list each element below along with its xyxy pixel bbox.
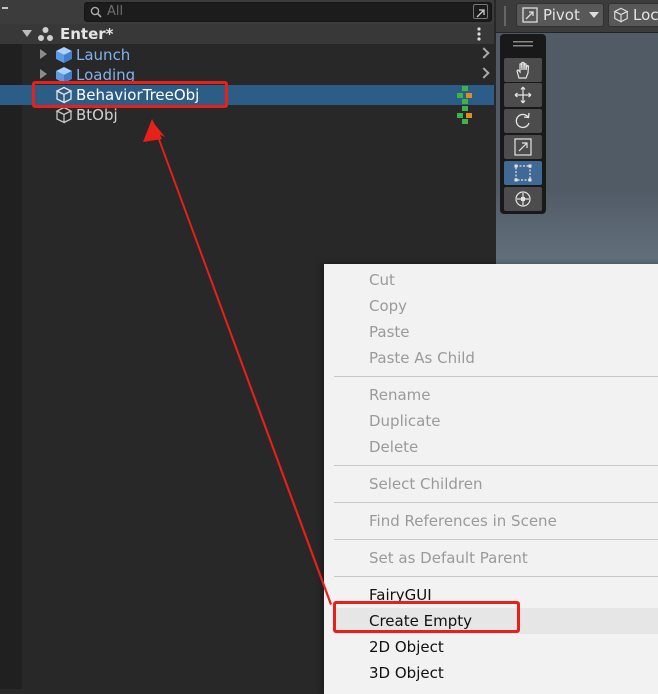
hierarchy-item-btobj[interactable]: BtObj — [0, 105, 494, 125]
move-tool-button[interactable] — [504, 83, 542, 107]
chevron-right-icon[interactable] — [478, 67, 490, 79]
gameobject-cube-icon — [55, 106, 73, 124]
hierarchy-item-label: Launch — [76, 46, 131, 64]
pivot-icon — [522, 7, 538, 23]
pivot-dropdown[interactable]: Pivot — [516, 3, 604, 27]
scale-icon — [514, 138, 532, 156]
menu-item-paste-as-child[interactable]: Paste As Child — [369, 349, 475, 367]
hierarchy-toolbar: All — [0, 0, 494, 25]
scale-tool-button[interactable] — [504, 135, 542, 159]
transform-icon — [515, 191, 531, 207]
menu-separator — [334, 539, 658, 540]
dash-icon — [2, 7, 8, 9]
menu-separator — [334, 502, 658, 503]
scene-toolbar: Pivot Loc — [496, 0, 658, 33]
expand-arrow-icon[interactable] — [40, 49, 47, 59]
hierarchy-item-launch[interactable]: Launch — [0, 45, 494, 65]
chevron-down-icon — [589, 12, 599, 18]
menu-item-delete[interactable]: Delete — [369, 438, 418, 456]
menu-item-select-children[interactable]: Select Children — [369, 475, 482, 493]
hierarchy-item-label: BtObj — [76, 106, 118, 124]
behavior-tree-component-icon — [457, 106, 472, 124]
rect-transform-icon — [514, 164, 532, 182]
rotate-tool-button[interactable] — [504, 109, 542, 133]
chevron-right-icon[interactable] — [478, 47, 490, 59]
search-options-icon[interactable] — [473, 4, 488, 19]
search-input[interactable]: All — [107, 4, 123, 19]
local-cube-icon — [613, 7, 629, 23]
local-dropdown[interactable]: Loc — [608, 3, 658, 27]
menu-item-cut[interactable]: Cut — [369, 271, 395, 289]
pivot-label: Pivot — [543, 6, 580, 24]
toolbar-grip-icon — [504, 6, 506, 26]
menu-item-rename[interactable]: Rename — [369, 386, 431, 404]
tool-palette — [500, 34, 546, 214]
menu-item-copy[interactable]: Copy — [369, 297, 407, 315]
menu-item-set-default-parent[interactable]: Set as Default Parent — [369, 549, 528, 567]
menu-item-duplicate[interactable]: Duplicate — [369, 412, 440, 430]
scene-row[interactable]: Enter* — [0, 24, 494, 44]
menu-separator — [334, 465, 658, 466]
expand-arrow-icon[interactable] — [40, 69, 47, 79]
expand-arrow-icon[interactable] — [22, 30, 32, 38]
annotation-highlight-box — [32, 81, 228, 108]
unity-scene-icon — [38, 27, 53, 41]
hand-icon — [516, 61, 530, 79]
menu-item-paste[interactable]: Paste — [369, 323, 410, 341]
more-options-icon[interactable] — [477, 27, 481, 41]
rect-tool-button[interactable] — [504, 161, 542, 185]
menu-item-2d-object[interactable]: 2D Object — [369, 638, 444, 656]
local-label: Loc — [633, 6, 658, 24]
menu-item-3d-object[interactable]: 3D Object — [369, 664, 444, 682]
menu-separator — [334, 576, 658, 577]
scene-name: Enter* — [60, 25, 114, 43]
behavior-tree-component-icon — [457, 86, 472, 104]
menu-separator — [334, 376, 658, 377]
rotate-icon — [515, 112, 530, 129]
palette-grip-icon[interactable] — [513, 41, 533, 47]
annotation-highlight-box — [333, 601, 520, 633]
menu-item-find-references[interactable]: Find References in Scene — [369, 512, 557, 530]
search-icon — [90, 6, 102, 18]
prefab-cube-icon — [56, 47, 72, 63]
search-field[interactable]: All — [84, 2, 492, 22]
move-icon — [514, 86, 532, 104]
hand-tool-button[interactable] — [504, 58, 542, 82]
transform-tool-button[interactable] — [504, 187, 542, 211]
